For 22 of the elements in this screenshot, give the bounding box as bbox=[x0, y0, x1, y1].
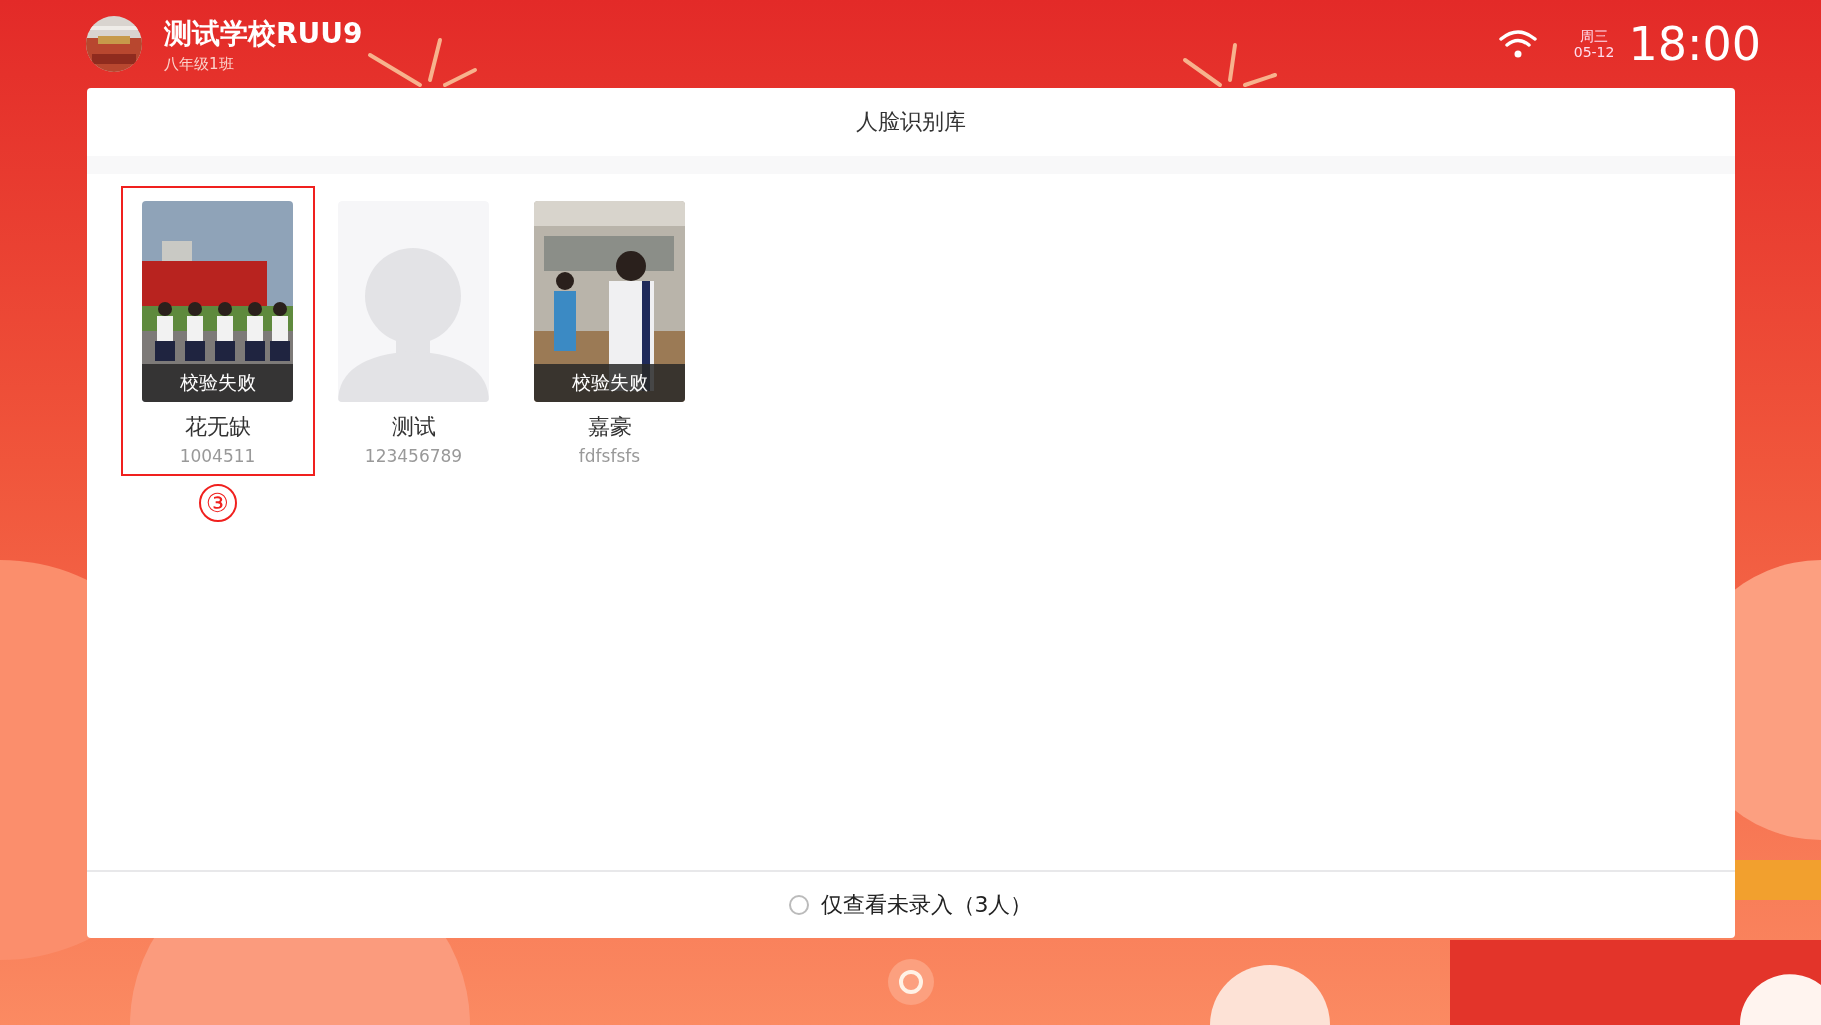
highlight-frame[interactable]: 校验失败 花无缺 1004511 bbox=[120, 186, 315, 476]
clock-time: 18:00 bbox=[1628, 17, 1761, 71]
status-label: 校验失败 bbox=[534, 364, 685, 402]
wifi-icon bbox=[1497, 28, 1538, 60]
avatar-placeholder-icon bbox=[338, 201, 489, 402]
class-name: 八年级1班 bbox=[164, 54, 235, 74]
filter-option[interactable]: 仅查看未录入（3人） bbox=[780, 886, 1041, 924]
weekday: 周三 bbox=[1580, 28, 1609, 44]
radio-button[interactable] bbox=[788, 895, 809, 915]
person-name: 测试 bbox=[391, 413, 436, 441]
person-name: 花无缺 bbox=[184, 413, 251, 441]
date: 05-12 bbox=[1573, 44, 1615, 60]
person-card[interactable]: 校验失败 嘉豪 fdfsfsfs bbox=[512, 186, 707, 476]
person-id: 1004511 bbox=[179, 446, 256, 466]
status-label: 校验失败 bbox=[142, 364, 293, 402]
school-name: 测试学校RUU9 bbox=[164, 15, 363, 52]
person-id: fdfsfsfs bbox=[578, 446, 641, 466]
annotation-number: ③ bbox=[198, 484, 237, 522]
person-card[interactable]: 测试 123456789 bbox=[316, 186, 511, 476]
person-name: 嘉豪 bbox=[587, 413, 632, 441]
person-id: 123456789 bbox=[364, 446, 463, 466]
panel-title: 人脸识别库 bbox=[86, 88, 1735, 174]
